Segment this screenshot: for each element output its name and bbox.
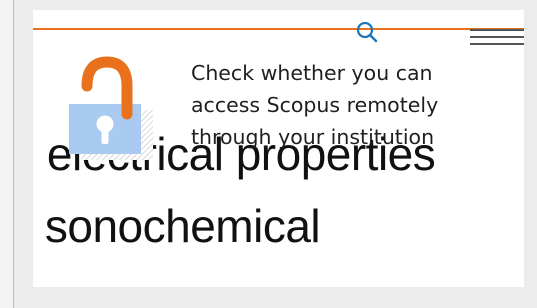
left-edge — [0, 0, 14, 308]
hamburger-menu-icon[interactable] — [470, 27, 524, 47]
page-panel: n I electrical properties by sonochemica… — [33, 10, 524, 287]
remote-access-line: through your institution — [191, 125, 435, 149]
viewport: n I electrical properties by sonochemica… — [0, 0, 537, 308]
unlocked-padlock-icon — [69, 56, 153, 160]
search-icon[interactable] — [355, 22, 379, 46]
remote-access-message[interactable]: Check whether you can access Scopus remo… — [191, 57, 491, 153]
article-title-line: by sonochemical — [33, 200, 321, 252]
remote-access-line: Check whether you can — [191, 61, 433, 85]
top-strip — [14, 0, 537, 4]
header-accent-rule — [33, 28, 524, 30]
remote-access-line: access Scopus remotely — [191, 93, 439, 117]
